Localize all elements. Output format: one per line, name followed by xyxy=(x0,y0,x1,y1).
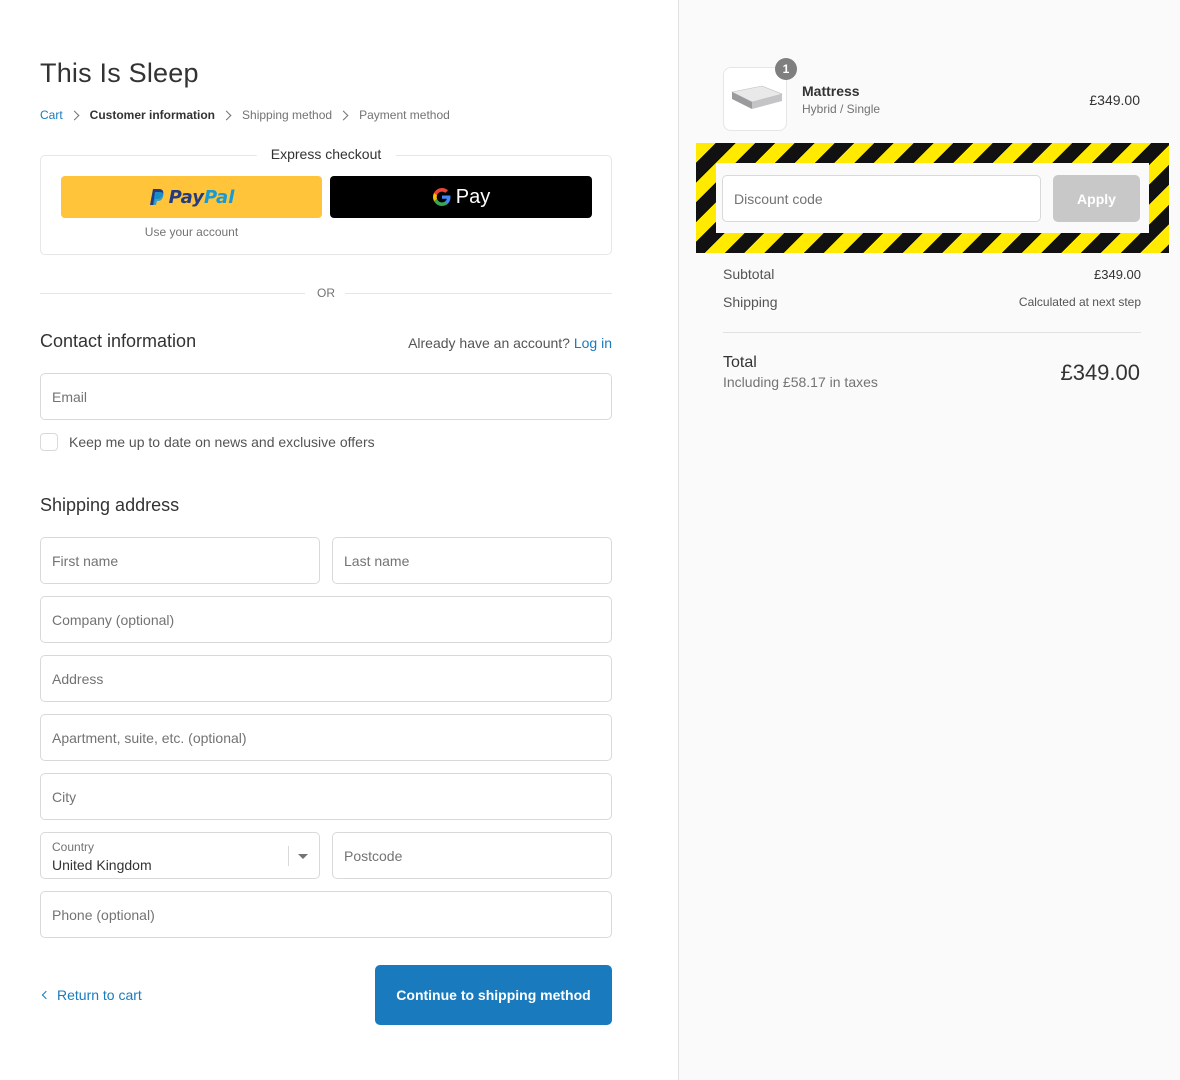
or-divider: OR xyxy=(40,285,612,301)
shipping-address-title: Shipping address xyxy=(40,495,180,515)
paypal-logo: Pay Pal xyxy=(149,186,235,208)
breadcrumb-cart[interactable]: Cart xyxy=(40,108,63,122)
shipping-value: Calculated at next step xyxy=(1018,295,1141,309)
breadcrumb-shipping-method: Shipping method xyxy=(242,108,333,122)
order-summary: 1 Mattress Hybrid / Single £349.00 Apply… xyxy=(678,0,1180,1080)
account-prompt: Already have an account? Log in xyxy=(408,335,612,351)
product-variant: Hybrid / Single xyxy=(802,102,881,116)
last-name-field[interactable] xyxy=(332,537,612,584)
first-name-field[interactable] xyxy=(40,537,320,584)
phone-field[interactable] xyxy=(40,891,612,938)
phone-input[interactable] xyxy=(41,892,611,937)
address-input[interactable] xyxy=(41,656,611,701)
chevron-left-icon xyxy=(41,990,51,1000)
address-field[interactable] xyxy=(40,655,612,702)
subtotal-label: Subtotal xyxy=(723,266,775,282)
newsletter-checkbox[interactable] xyxy=(40,433,58,451)
chevron-right-icon xyxy=(69,110,80,120)
paypal-icon xyxy=(149,189,163,205)
discount-highlight-frame: Apply xyxy=(696,143,1169,253)
google-pay-label: Pay xyxy=(455,185,491,208)
chevron-right-icon xyxy=(338,110,349,120)
total-value: £349.00 xyxy=(1060,360,1140,385)
city-field[interactable] xyxy=(40,773,612,820)
city-input[interactable] xyxy=(41,774,611,819)
paypal-button[interactable]: Pay Pal xyxy=(61,176,322,218)
subtotal-row: Subtotal £349.00 xyxy=(723,266,1141,282)
mattress-icon xyxy=(731,85,783,109)
express-checkout-title: Express checkout xyxy=(256,146,396,162)
country-value: United Kingdom xyxy=(52,857,152,873)
last-name-input[interactable] xyxy=(333,538,611,583)
checkout-main: This Is Sleep Cart Customer information … xyxy=(0,0,678,1080)
account-prompt-text: Already have an account? xyxy=(408,335,570,351)
total-label: Total xyxy=(723,354,757,371)
chevron-down-icon xyxy=(298,854,308,859)
discount-form: Apply xyxy=(716,163,1149,233)
breadcrumb-payment-method: Payment method xyxy=(359,108,450,122)
shipping-label: Shipping xyxy=(723,294,778,310)
express-checkout: Express checkout Pay Pal Pay Use your acc… xyxy=(40,146,612,255)
company-input[interactable] xyxy=(41,597,611,642)
discount-code-input[interactable] xyxy=(723,176,1040,221)
product-name: Mattress xyxy=(802,83,860,99)
country-select[interactable]: Country United Kingdom xyxy=(40,832,320,879)
subtotal-value: £349.00 xyxy=(1094,266,1141,282)
tax-note: Including £58.17 in taxes xyxy=(723,374,878,390)
product-thumbnail: 1 xyxy=(723,58,797,131)
breadcrumb-customer-information: Customer information xyxy=(89,108,216,122)
quantity-badge: 1 xyxy=(775,58,797,80)
summary-divider xyxy=(723,332,1141,333)
email-field[interactable] xyxy=(40,373,612,420)
product-price: £349.00 xyxy=(1089,92,1140,108)
apply-discount-button[interactable]: Apply xyxy=(1053,175,1140,222)
discount-code-field[interactable] xyxy=(722,175,1041,222)
apartment-input[interactable] xyxy=(41,715,611,760)
paypal-label-pal: Pal xyxy=(204,186,235,208)
postcode-field[interactable] xyxy=(332,832,612,879)
chevron-right-icon xyxy=(221,110,232,120)
continue-to-shipping-button[interactable]: Continue to shipping method xyxy=(375,965,612,1025)
breadcrumb: Cart Customer information Shipping metho… xyxy=(40,108,450,122)
newsletter-option[interactable]: Keep me up to date on news and exclusive… xyxy=(40,433,375,451)
return-to-cart-link[interactable]: Return to cart xyxy=(40,987,142,1003)
google-g-icon xyxy=(432,188,451,206)
postcode-input[interactable] xyxy=(333,833,611,878)
shipping-row: Shipping Calculated at next step xyxy=(723,294,1141,310)
shop-title: This Is Sleep xyxy=(40,58,199,88)
newsletter-label: Keep me up to date on news and exclusive… xyxy=(69,434,375,450)
contact-information-title: Contact information xyxy=(40,331,197,351)
first-name-input[interactable] xyxy=(41,538,319,583)
return-to-cart-label: Return to cart xyxy=(57,987,142,1003)
country-label: Country xyxy=(52,840,95,854)
login-link[interactable]: Log in xyxy=(574,335,612,351)
email-input[interactable] xyxy=(41,374,611,419)
company-field[interactable] xyxy=(40,596,612,643)
google-pay-button[interactable]: Pay xyxy=(330,176,592,218)
apartment-field[interactable] xyxy=(40,714,612,761)
paypal-label-pay: Pay xyxy=(168,186,204,208)
paypal-subtext: Use your account xyxy=(144,225,239,239)
